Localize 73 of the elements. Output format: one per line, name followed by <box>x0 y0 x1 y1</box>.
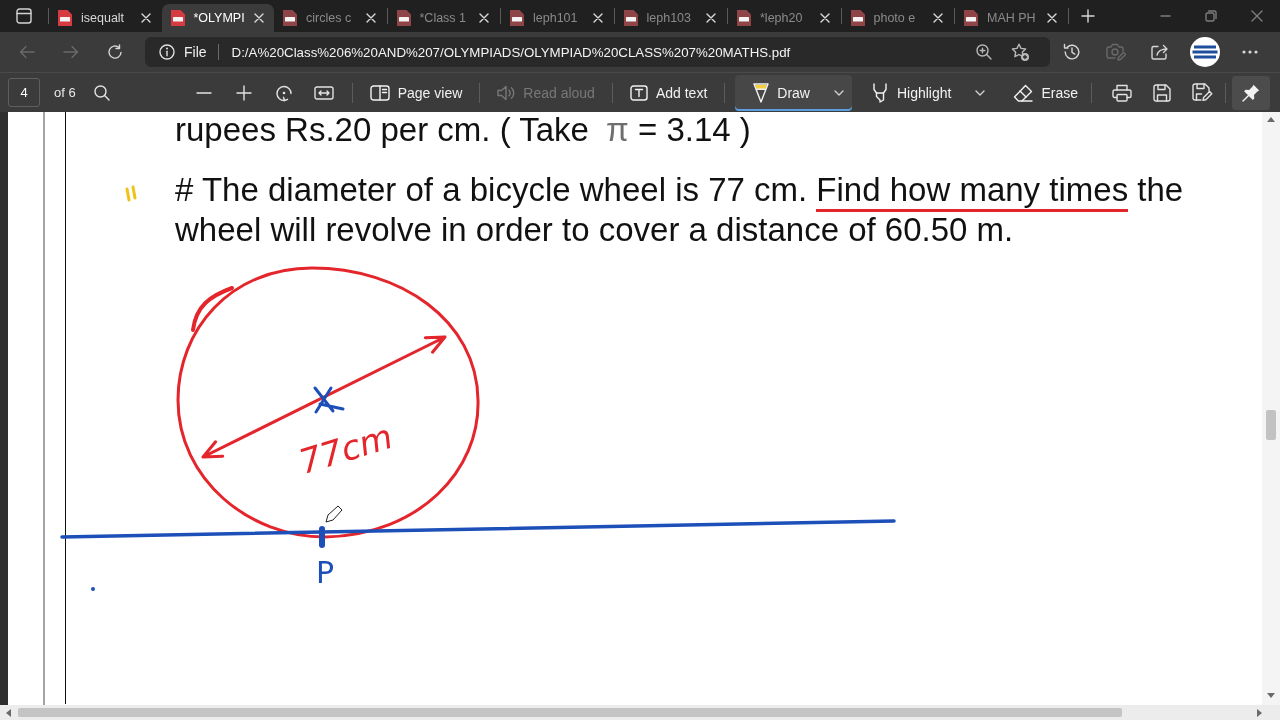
browser-tab[interactable]: leph103 <box>614 4 727 32</box>
pin-icon <box>1242 83 1260 102</box>
highlighter-icon <box>870 82 889 103</box>
draw-button[interactable]: Draw <box>735 74 852 111</box>
pin-button[interactable] <box>1232 75 1270 110</box>
document-icon <box>850 10 865 26</box>
page-view-button[interactable]: Page view <box>360 74 472 111</box>
zoom-in-icon[interactable] <box>976 44 992 60</box>
save-icon[interactable] <box>1153 83 1171 102</box>
minimize-icon[interactable] <box>1159 15 1171 17</box>
scroll-left-icon[interactable] <box>6 708 11 717</box>
search-icon[interactable] <box>93 84 110 101</box>
document-icon <box>623 10 638 26</box>
document-icon <box>58 10 72 26</box>
scroll-right-icon[interactable] <box>1257 708 1262 717</box>
plus-icon[interactable] <box>1080 9 1095 23</box>
document-icon <box>283 10 297 26</box>
browser-tab[interactable]: MAH PH <box>955 4 1068 32</box>
caret-icon[interactable] <box>833 89 844 96</box>
eraser-icon <box>1013 83 1034 102</box>
pen-cursor-icon <box>325 505 343 523</box>
refresh-icon[interactable] <box>107 44 123 60</box>
erase-button[interactable]: Erase <box>1004 74 1087 111</box>
zoom-in-icon[interactable] <box>235 84 252 101</box>
page-count-label: of 6 <box>54 85 76 100</box>
profile-avatar-icon[interactable] <box>1190 37 1220 67</box>
save-as-icon[interactable] <box>1191 83 1213 102</box>
share-icon[interactable] <box>1151 44 1169 60</box>
more-icon[interactable] <box>1242 50 1258 54</box>
handwritten-label: P <box>316 555 335 590</box>
info-icon[interactable] <box>159 44 175 60</box>
vertical-scrollbar[interactable] <box>1262 112 1280 705</box>
document-icon <box>510 10 524 26</box>
restore-icon[interactable] <box>1205 10 1217 22</box>
document-icon <box>396 10 411 26</box>
scroll-up-icon[interactable] <box>1267 117 1275 122</box>
scroll-down-icon[interactable] <box>1267 693 1275 698</box>
browser-tab[interactable]: circles c <box>274 4 387 32</box>
highlighter-stroke-icon <box>125 185 137 202</box>
rotate-icon[interactable] <box>274 83 293 102</box>
handwritten-label: 77cm <box>294 415 398 482</box>
address-field[interactable]: File D:/A%20Class%206%20AND%207/OLYMPIADS/OLYMPIAD%20CLASS%207%20MATHS.pdf <box>145 37 1050 67</box>
ink-dot-icon <box>91 587 95 591</box>
browser-tab[interactable]: isequalt <box>49 4 162 32</box>
question-text: # The diameter of a bicycle wheel is 77 cm. Find how many times the wheel will revolve in order to cover a distance of 60.50 m. <box>175 170 1185 250</box>
browser-tab[interactable]: *Class 1 <box>387 4 500 32</box>
browser-tab[interactable]: *leph20 <box>728 4 841 32</box>
history-icon[interactable] <box>1063 43 1081 61</box>
fit-width-icon[interactable] <box>313 85 334 100</box>
browser-tab[interactable]: *OLYMPI <box>161 4 274 32</box>
url-text: D:/A%20Class%206%20AND%207/OLYMPIADS/OLYMPIAD%20CLASS%207%20MATHS.pdf <box>231 44 791 60</box>
browser-tab[interactable]: leph101 <box>501 4 614 32</box>
scheme-label: File <box>184 44 207 60</box>
page-number-field[interactable]: 4 <box>8 78 40 107</box>
document-icon <box>964 10 978 26</box>
horizontal-scrollbar[interactable] <box>0 705 1280 720</box>
book-icon <box>369 84 390 101</box>
caret-icon[interactable] <box>975 89 986 96</box>
browser-tab[interactable]: photo e <box>841 4 954 32</box>
window-icon[interactable] <box>16 8 32 24</box>
question-text: rupees Rs.20 per cm. ( Take π = 3.14 ) <box>175 112 752 148</box>
pen-icon <box>753 82 770 103</box>
text-box-icon <box>629 84 648 101</box>
highlight-button[interactable]: Highlight <box>861 74 995 111</box>
scrollbar-thumb[interactable] <box>1266 410 1276 440</box>
scrollbar-thumb[interactable] <box>18 708 1122 717</box>
star-plus-icon[interactable] <box>1011 43 1029 61</box>
printer-icon[interactable] <box>1112 83 1132 102</box>
speaker-icon <box>497 84 516 101</box>
zoom-out-icon[interactable] <box>195 91 212 94</box>
add-text-button[interactable]: Add text <box>620 74 717 111</box>
document-icon <box>737 10 751 26</box>
document-icon <box>170 10 185 26</box>
